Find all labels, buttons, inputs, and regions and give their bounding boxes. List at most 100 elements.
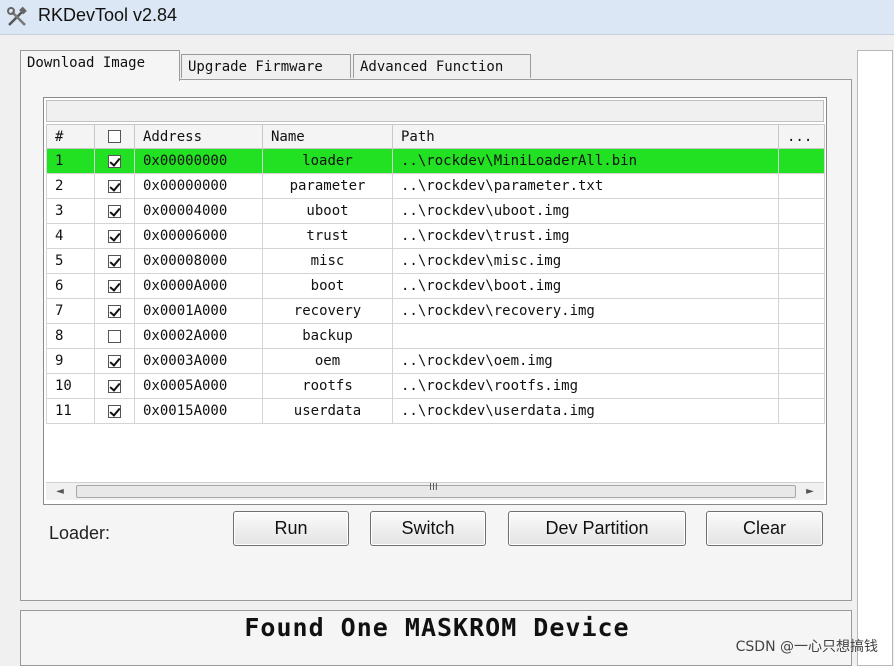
row-more — [778, 273, 825, 299]
run-button[interactable]: Run — [233, 511, 349, 546]
table-row[interactable]: 5 0x00008000 misc ..\rockdev\misc.img — [46, 248, 825, 274]
row-checkbox[interactable] — [108, 229, 121, 243]
window-title: RKDevTool v2.84 — [38, 5, 178, 25]
tab-label: Upgrade Firmware — [188, 59, 323, 75]
row-name: loader — [262, 148, 393, 174]
table-row[interactable]: 1 0x00000000 loader ..\rockdev\MiniLoaderAl… — [46, 148, 825, 174]
row-path: ..\rockdev\recovery.img — [392, 298, 779, 324]
row-check-cell — [94, 198, 135, 224]
header-path[interactable]: Path — [392, 124, 779, 149]
header-name[interactable]: Name — [262, 124, 393, 149]
row-number: 1 — [46, 148, 95, 174]
row-checkbox[interactable] — [108, 154, 121, 168]
row-check-cell — [94, 173, 135, 199]
row-more — [778, 198, 825, 224]
row-number: 9 — [46, 348, 95, 374]
row-name: boot — [262, 273, 393, 299]
loader-label: Loader: — [49, 523, 111, 543]
dev-partition-button[interactable]: Dev Partition — [508, 511, 686, 546]
scroll-left-icon[interactable]: ◄ — [52, 484, 68, 500]
row-address: 0x0002A000 — [134, 323, 263, 349]
row-path: ..\rockdev\userdata.img — [392, 398, 779, 424]
table-row[interactable]: 4 0x00006000 trust ..\rockdev\trust.img — [46, 223, 825, 249]
row-check-cell — [94, 248, 135, 274]
row-checkbox[interactable] — [108, 204, 121, 218]
row-check-cell — [94, 223, 135, 249]
row-more — [778, 398, 825, 424]
row-checkbox[interactable] — [108, 304, 121, 318]
table-row[interactable]: 8 0x0002A000 backup — [46, 323, 825, 349]
row-checkbox[interactable] — [108, 354, 121, 368]
row-more — [778, 223, 825, 249]
row-name: userdata — [262, 398, 393, 424]
row-name: oem — [262, 348, 393, 374]
row-more — [778, 148, 825, 174]
row-checkbox[interactable] — [108, 254, 121, 268]
rkdevtool-window: RKDevTool v2.84 Download Image Upgrade F… — [0, 0, 894, 666]
scroll-right-icon[interactable]: ► — [802, 484, 818, 500]
row-address: 0x00000000 — [134, 148, 263, 174]
horizontal-scrollbar[interactable]: ◄ III ► — [46, 482, 824, 500]
list-top-bar — [46, 100, 824, 122]
row-name: backup — [262, 323, 393, 349]
row-more — [778, 348, 825, 374]
row-checkbox[interactable] — [108, 404, 121, 418]
row-check-cell — [94, 298, 135, 324]
tab-label: Download Image — [27, 55, 146, 71]
row-number: 6 — [46, 273, 95, 299]
tab-label: Advanced Function — [360, 59, 504, 75]
row-name: recovery — [262, 298, 393, 324]
clear-button[interactable]: Clear — [706, 511, 823, 546]
table-row[interactable]: 7 0x0001A000 recovery ..\rockdev\recovery.i… — [46, 298, 825, 324]
watermark: CSDN @一心只想搞钱 — [735, 639, 878, 655]
table-row[interactable]: 2 0x00000000 parameter ..\rockdev\parameter… — [46, 173, 825, 199]
row-check-cell — [94, 373, 135, 399]
row-path: ..\rockdev\boot.img — [392, 273, 779, 299]
switch-button[interactable]: Switch — [370, 511, 486, 546]
row-more — [778, 323, 825, 349]
row-name: uboot — [262, 198, 393, 224]
tab-advanced-function[interactable]: Advanced Function — [353, 54, 531, 78]
tab-upgrade-firmware[interactable]: Upgrade Firmware — [181, 54, 351, 78]
row-address: 0x00000000 — [134, 173, 263, 199]
header-num[interactable]: # — [46, 124, 95, 149]
row-checkbox[interactable] — [108, 279, 121, 293]
row-check-cell — [94, 148, 135, 174]
row-checkbox[interactable] — [108, 379, 121, 393]
row-number: 10 — [46, 373, 95, 399]
row-address: 0x0003A000 — [134, 348, 263, 374]
table-row[interactable]: 3 0x00004000 uboot ..\rockdev\uboot.img — [46, 198, 825, 224]
row-number: 5 — [46, 248, 95, 274]
side-panel — [857, 50, 893, 666]
row-address: 0x0005A000 — [134, 373, 263, 399]
row-number: 4 — [46, 223, 95, 249]
row-path: ..\rockdev\rootfs.img — [392, 373, 779, 399]
header-address[interactable]: Address — [134, 124, 263, 149]
row-number: 2 — [46, 173, 95, 199]
row-checkbox[interactable] — [108, 179, 121, 193]
row-check-cell — [94, 348, 135, 374]
row-path: ..\rockdev\oem.img — [392, 348, 779, 374]
header-check-all[interactable] — [94, 124, 135, 149]
row-number: 3 — [46, 198, 95, 224]
header-more[interactable]: ... — [778, 124, 825, 149]
row-path: ..\rockdev\misc.img — [392, 248, 779, 274]
tab-download-image[interactable]: Download Image — [20, 50, 180, 81]
check-all-checkbox[interactable] — [108, 130, 121, 143]
row-more — [778, 298, 825, 324]
row-address: 0x00006000 — [134, 223, 263, 249]
table-row[interactable]: 10 0x0005A000 rootfs ..\rockdev\rootfs.img — [46, 373, 825, 399]
row-checkbox[interactable] — [108, 329, 121, 343]
row-name: rootfs — [262, 373, 393, 399]
row-path: ..\rockdev\uboot.img — [392, 198, 779, 224]
row-check-cell — [94, 398, 135, 424]
partition-list[interactable]: # Address Name Path ... 1 0x00000000 loade… — [43, 97, 827, 505]
table-body: 1 0x00000000 loader ..\rockdev\MiniLoaderAl… — [46, 148, 825, 424]
title-bar: RKDevTool v2.84 — [0, 0, 894, 35]
table-row[interactable]: 6 0x0000A000 boot ..\rockdev\boot.img — [46, 273, 825, 299]
row-path — [392, 323, 779, 349]
scroll-thumb[interactable]: III — [76, 482, 796, 498]
table-row[interactable]: 9 0x0003A000 oem ..\rockdev\oem.img — [46, 348, 825, 374]
table-row[interactable]: 11 0x0015A000 userdata ..\rockdev\userdata.… — [46, 398, 825, 424]
app-icon — [7, 6, 27, 26]
